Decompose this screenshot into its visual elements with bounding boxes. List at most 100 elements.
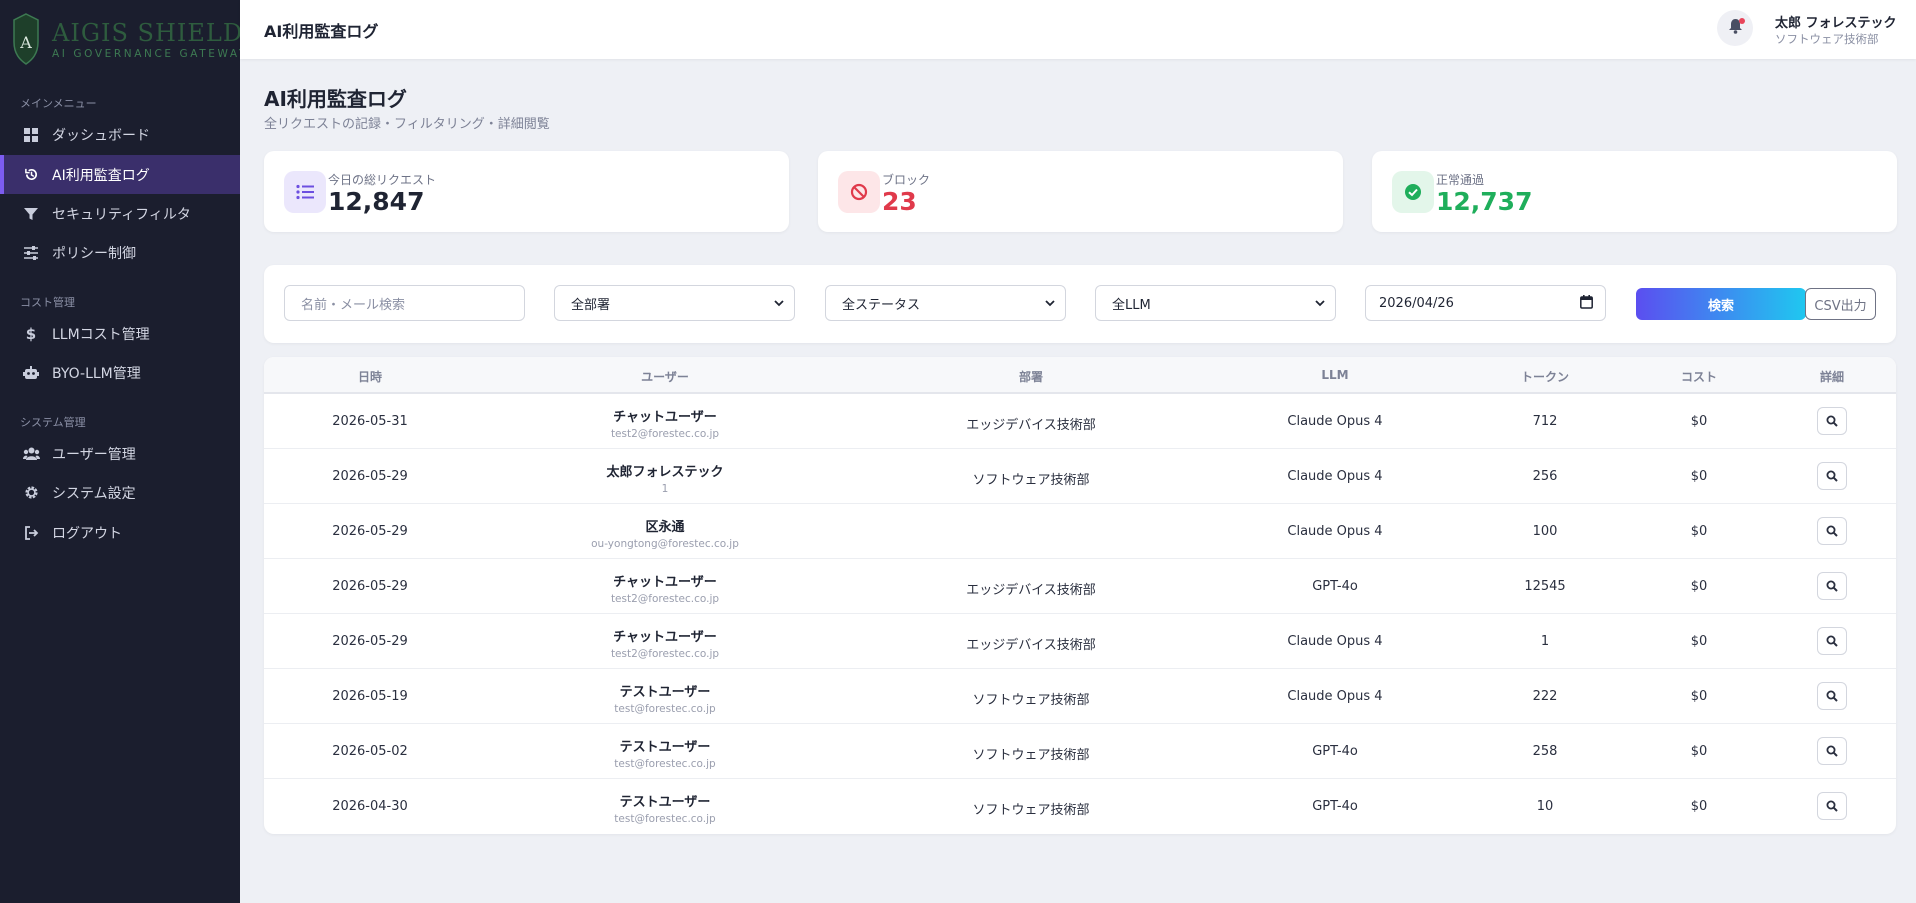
cell-cost: $0 (1690, 634, 1708, 649)
cell-user: チャットユーザー test2@forestec.co.jp (611, 571, 719, 605)
user-email: ou-yongtong@forestec.co.jp (591, 538, 739, 550)
cell-user: 太郎フォレステック 1 (606, 461, 723, 495)
filter-icon (22, 205, 40, 223)
stat-card-passed: 正常通過 12,737 (1372, 151, 1897, 232)
search-button[interactable]: 検索 (1636, 288, 1806, 320)
cell-user: テストユーザー test@forestec.co.jp (614, 736, 715, 770)
table-row[interactable]: 2026-05-29 太郎フォレステック 1 ソフトウェア技術部 Claude Opus… (264, 449, 1896, 504)
status-select[interactable]: 全ステータス (825, 285, 1066, 321)
column-header-department[interactable]: 部署 (1019, 368, 1043, 385)
detail-button[interactable] (1817, 462, 1847, 490)
cell-date: 2026-05-19 (332, 689, 408, 704)
sidebar-item-policy[interactable]: ポリシー制御 (0, 233, 240, 272)
notification-button[interactable] (1717, 10, 1753, 46)
cell-cost: $0 (1690, 579, 1708, 594)
column-header-date[interactable]: 日時 (358, 368, 382, 385)
section-label-system: システム管理 (20, 416, 86, 429)
column-header-llm[interactable]: LLM (1321, 368, 1348, 382)
cell-llm: Claude Opus 4 (1287, 634, 1383, 649)
detail-button[interactable] (1817, 407, 1847, 435)
cell-cost: $0 (1690, 524, 1708, 539)
header-title: AI利用監査ログ (264, 22, 379, 41)
sidebar-item-llm-cost[interactable]: $ LLMコスト管理 (0, 314, 240, 353)
stat-label: 今日の総リクエスト (328, 173, 437, 187)
sidebar-item-label: ダッシュボード (52, 127, 150, 144)
table-row[interactable]: 2026-05-29 チャットユーザー test2@forestec.co.jp エッ… (264, 559, 1896, 614)
search-icon (1826, 522, 1838, 541)
cell-user: チャットユーザー test2@forestec.co.jp (611, 626, 719, 660)
dollar-icon: $ (25, 324, 37, 343)
cell-tokens: 258 (1532, 744, 1558, 759)
sidebar-item-label: BYO-LLM管理 (52, 365, 141, 382)
search-icon (1826, 687, 1838, 706)
detail-button[interactable] (1817, 792, 1847, 820)
calendar-icon[interactable] (1580, 295, 1593, 313)
column-header-cost[interactable]: コスト (1681, 368, 1717, 385)
cell-tokens: 12545 (1524, 579, 1566, 594)
cell-tokens: 10 (1536, 799, 1554, 814)
brand-subtitle: AI GOVERNANCE GATEWAY (52, 47, 248, 60)
sidebar-item-label: LLMコスト管理 (52, 326, 150, 343)
stat-card-total: 今日の総リクエスト 12,847 (264, 151, 789, 232)
cell-cost: $0 (1690, 744, 1708, 759)
detail-button[interactable] (1817, 737, 1847, 765)
sidebar-item-audit-log[interactable]: AI利用監査ログ (0, 155, 240, 194)
users-icon (22, 445, 40, 463)
user-email: test2@forestec.co.jp (610, 648, 720, 660)
search-icon (1826, 797, 1838, 816)
table-row[interactable]: 2026-05-29 区永通 ou-yongtong@forestec.co.jp C… (264, 504, 1896, 559)
sidebar-item-byo-llm[interactable]: BYO-LLM管理 (0, 353, 240, 392)
sidebar-item-users[interactable]: ユーザー管理 (0, 434, 240, 473)
shield-icon: A (12, 12, 40, 66)
user-name[interactable]: 太郎 フォレステック (1775, 12, 1897, 31)
sidebar-item-label: システム設定 (52, 485, 136, 502)
cell-department: ソフトウェア技術部 (972, 803, 1090, 818)
sidebar-item-settings[interactable]: システム設定 (0, 473, 240, 512)
search-input[interactable]: 名前・メール検索 (284, 285, 525, 321)
sidebar-item-dashboard[interactable]: ダッシュボード (0, 115, 240, 154)
search-icon (1826, 577, 1838, 596)
cell-cost: $0 (1690, 799, 1708, 814)
detail-button[interactable] (1817, 572, 1847, 600)
cell-tokens: 712 (1532, 414, 1558, 429)
table-row[interactable]: 2026-04-30 テストユーザー test@forestec.co.jp ソフトウ… (264, 779, 1896, 834)
brand-logo[interactable]: A AIGIS SHIELD AI GOVERNANCE GATEWAY (12, 10, 245, 68)
user-email: test2@forestec.co.jp (610, 593, 720, 605)
table-row[interactable]: 2026-05-31 チャットユーザー test2@forestec.co.jp エッ… (264, 394, 1896, 449)
table-header: 日時 ユーザー 部署 LLM トークン コスト 詳細 (264, 357, 1896, 394)
date-input[interactable]: 2026/04/26 (1365, 285, 1606, 321)
page-subtitle: 全リクエストの記録・フィルタリング・詳細閲覧 (264, 117, 550, 132)
column-header-user[interactable]: ユーザー (641, 368, 689, 385)
user-email: test@forestec.co.jp (614, 758, 716, 770)
user-email: test2@forestec.co.jp (610, 428, 720, 440)
cell-date: 2026-05-29 (332, 469, 408, 484)
cell-tokens: 222 (1532, 689, 1558, 704)
cell-department: ソフトウェア技術部 (972, 473, 1090, 488)
department-select[interactable]: 全部署 (554, 285, 795, 321)
detail-button[interactable] (1817, 517, 1847, 545)
cell-tokens: 256 (1532, 469, 1558, 484)
check-circle-icon (1392, 171, 1434, 213)
detail-button[interactable] (1817, 682, 1847, 710)
detail-button[interactable] (1817, 627, 1847, 655)
sidebar-item-label: ユーザー管理 (52, 446, 136, 463)
audit-log-table: 日時 ユーザー 部署 LLM トークン コスト 詳細 2026-05-31 チャッ… (264, 357, 1896, 834)
table-row[interactable]: 2026-05-19 テストユーザー test@forestec.co.jp ソフトウ… (264, 669, 1896, 724)
column-header-tokens[interactable]: トークン (1521, 368, 1569, 385)
cell-cost: $0 (1690, 469, 1708, 484)
grid-icon (22, 126, 40, 144)
user-name: テストユーザー (619, 685, 711, 700)
sidebar-item-logout[interactable]: ログアウト (0, 513, 240, 552)
sidebar-item-label: AI利用監査ログ (52, 167, 150, 184)
llm-select[interactable]: 全LLM (1095, 285, 1336, 321)
table-row[interactable]: 2026-05-29 チャットユーザー test2@forestec.co.jp エッ… (264, 614, 1896, 669)
table-row[interactable]: 2026-05-02 テストユーザー test@forestec.co.jp ソフトウ… (264, 724, 1896, 779)
cell-department: ソフトウェア技術部 (972, 748, 1090, 763)
csv-export-button[interactable]: CSV出力 (1805, 288, 1876, 320)
cell-llm: GPT-4o (1312, 579, 1358, 594)
sidebar-item-label: ログアウト (52, 525, 122, 542)
sidebar-item-security-filter[interactable]: セキュリティフィルタ (0, 194, 240, 233)
user-email: 1 (661, 483, 669, 495)
chevron-down-icon (1045, 297, 1055, 313)
column-header-detail: 詳細 (1819, 370, 1845, 384)
